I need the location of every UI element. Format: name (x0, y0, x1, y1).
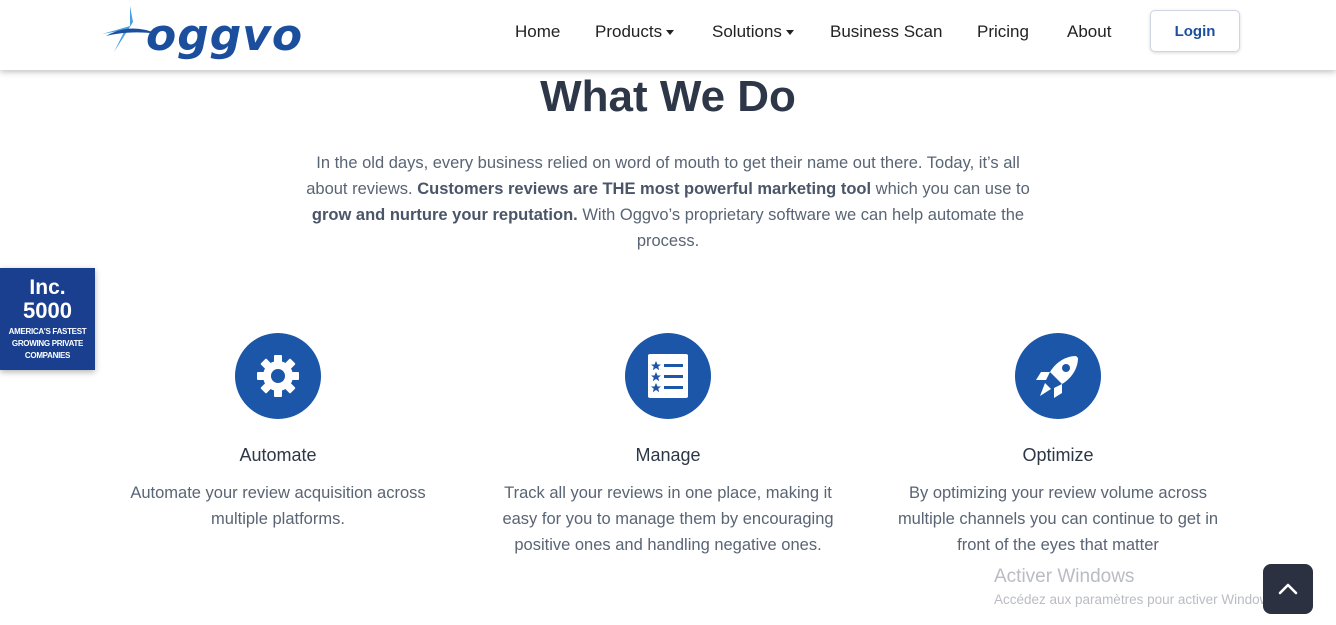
windows-watermark-title: Activer Windows (994, 566, 1135, 587)
nav-solutions-label: Solutions (712, 22, 782, 41)
intro-bold-2: grow and nurture your reputation. (311, 206, 578, 224)
nav-products-label: Products (595, 22, 663, 41)
login-button[interactable]: Login (1150, 10, 1240, 52)
intro-bold-1: Customers reviews are THE most powerful … (417, 180, 872, 198)
caret-down-icon (666, 30, 675, 36)
section-title: What We Do (540, 72, 796, 121)
feature-description: Track all your reviews in one place, mak… (502, 484, 834, 554)
badge-inc: Inc. (29, 276, 66, 299)
windows-watermark-subtitle: Accédez aux paramètres pour activer Wind… (994, 592, 1280, 607)
site-header: oggvo Home Products Solutions Business S… (0, 0, 1336, 70)
intro-text-2: which you can use to (871, 180, 1030, 198)
badge-caption: AMERICA'S FASTEST GROWING PRIVATE COMPAN… (8, 327, 87, 360)
nav-home[interactable]: Home (515, 22, 560, 42)
gear-icon (235, 333, 321, 419)
main-nav: Home Products Solutions Business Scan Pr… (0, 0, 1336, 70)
intro-text-3: With Oggvo’s proprietary software we can… (577, 206, 1025, 250)
back-to-top-button[interactable] (1263, 564, 1313, 614)
feature-manage: Manage Track all your reviews in one pla… (473, 333, 863, 558)
rocket-icon (1015, 333, 1101, 419)
caret-down-icon (785, 30, 794, 36)
badge-5000: 5000 (23, 298, 72, 323)
intro-paragraph: In the old days, every business relied o… (298, 150, 1038, 254)
nav-about[interactable]: About (1067, 22, 1111, 42)
feature-description: By optimizing your review volume across … (897, 484, 1219, 554)
feature-automate: Automate Automate your review acquisitio… (83, 333, 473, 532)
chevron-up-icon (1278, 583, 1298, 595)
feature-description: Automate your review acquisition across … (130, 484, 426, 528)
nav-business-scan[interactable]: Business Scan (830, 22, 942, 42)
nav-products[interactable]: Products (595, 22, 675, 42)
feature-title: Manage (635, 445, 701, 465)
feature-optimize: Optimize By optimizing your review volum… (863, 333, 1253, 558)
nav-pricing[interactable]: Pricing (977, 22, 1029, 42)
nav-solutions[interactable]: Solutions (712, 22, 794, 42)
feature-title: Optimize (1022, 445, 1094, 465)
inc-5000-badge[interactable]: Inc. 5000 AMERICA'S FASTEST GROWING PRIV… (0, 268, 95, 370)
feature-title: Automate (239, 445, 317, 465)
list-stars-icon (625, 333, 711, 419)
